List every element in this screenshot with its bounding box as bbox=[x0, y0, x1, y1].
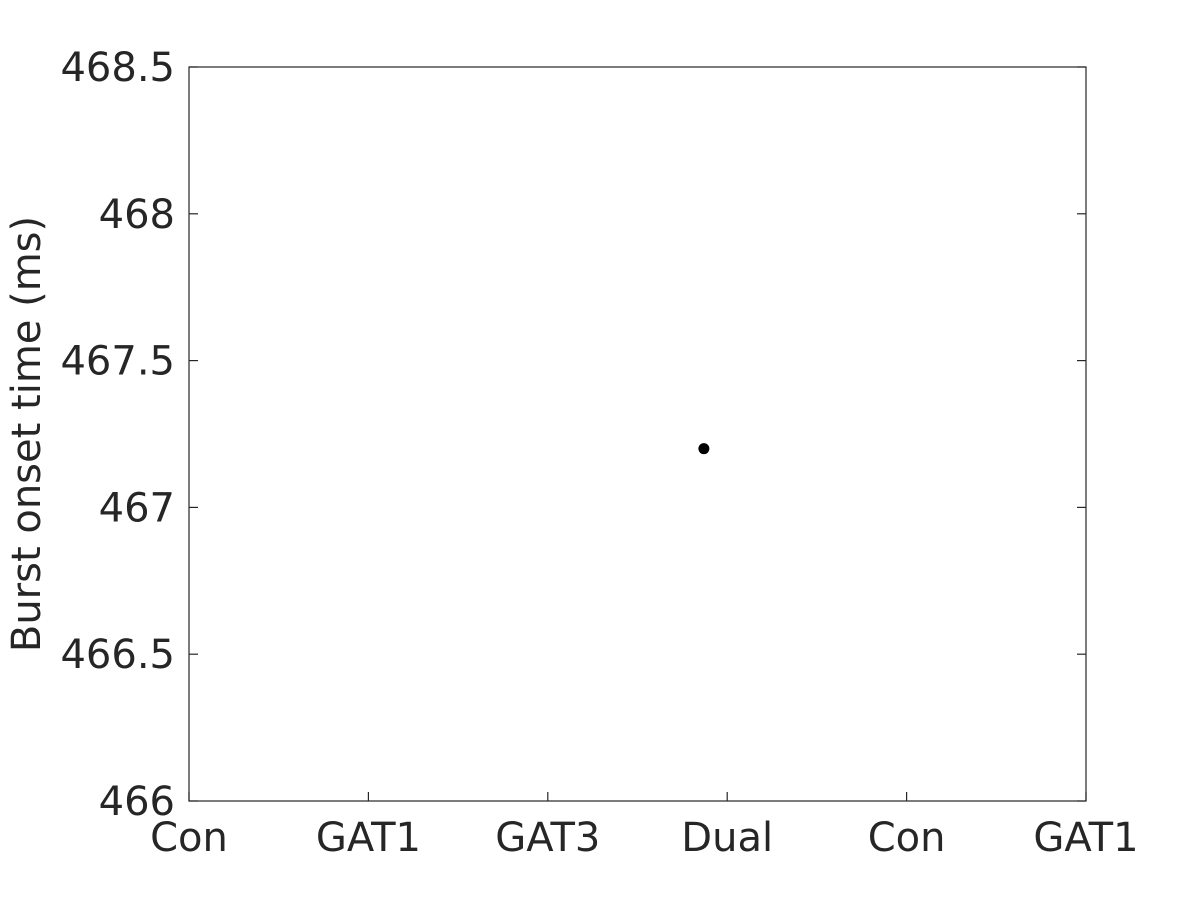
data-point bbox=[698, 443, 710, 455]
y-tick-label: 466.5 bbox=[60, 632, 175, 678]
plot-area bbox=[188, 66, 1087, 802]
y-tick-label: 467 bbox=[99, 485, 175, 531]
x-tick-label: Dual bbox=[681, 815, 773, 861]
x-tick-label: Con bbox=[868, 815, 946, 861]
y-tick-label: 466 bbox=[99, 779, 175, 825]
y-tick-label: 467.5 bbox=[60, 339, 175, 385]
chart: Con GAT1 GAT3 Dual Con GAT1 466466.5467467.54… bbox=[4, 45, 1139, 861]
x-axis: Con GAT1 GAT3 Dual Con GAT1 bbox=[150, 792, 1139, 861]
y-tick-label: 468 bbox=[99, 192, 175, 238]
x-tick-label: GAT1 bbox=[1033, 815, 1138, 861]
x-tick-label: GAT1 bbox=[316, 815, 421, 861]
y-axis-label: Burst onset time (ms) bbox=[4, 216, 50, 652]
y-tick-label: 468.5 bbox=[60, 45, 175, 91]
x-tick-label: GAT3 bbox=[495, 815, 600, 861]
data-points bbox=[698, 443, 710, 455]
